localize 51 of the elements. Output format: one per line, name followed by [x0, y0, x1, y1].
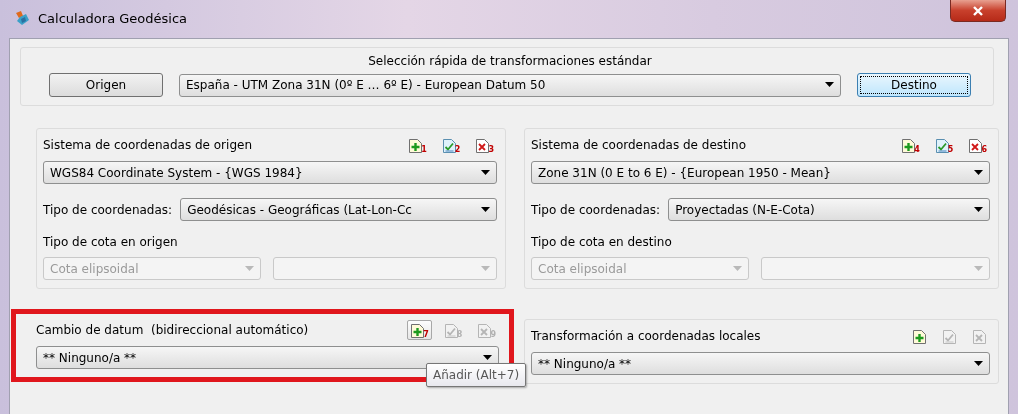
dropdown-arrow-icon	[483, 354, 492, 361]
checked-document-icon	[942, 329, 957, 345]
checked-document-icon	[443, 323, 459, 339]
dropdown-arrow-icon	[733, 265, 742, 272]
group-title: Cambio de datum (bidireccional automático)	[36, 323, 309, 337]
tooltip: Añadir (Alt+7)	[426, 363, 527, 387]
delete-document-icon	[477, 323, 493, 339]
dropdown-arrow-icon	[481, 265, 490, 272]
edit-button[interactable]: 2	[438, 135, 464, 155]
delete-button[interactable]: 3	[472, 135, 497, 155]
field-label: Tipo de coordenadas:	[531, 202, 661, 217]
dropdown[interactable]: Zone 31N (0 E to 6 E) - {European 1950 - Mean}	[531, 161, 990, 184]
close-button[interactable]	[950, 0, 1006, 22]
delete-document-icon	[475, 138, 491, 154]
app-logo-icon	[14, 10, 30, 26]
dropdown[interactable]: ** Ninguno/a **	[36, 346, 499, 369]
group-title: Sistema de coordenadas de destino	[531, 138, 746, 152]
add-button[interactable]: 7	[407, 320, 432, 340]
add-button[interactable]: 4	[898, 135, 923, 155]
delete-button[interactable]: 6	[965, 135, 990, 155]
add-button[interactable]: 1	[405, 135, 430, 155]
section-title: Tipo de cota en destino	[531, 235, 673, 249]
field-label: Tipo de coordenadas:	[43, 202, 173, 217]
dropdown[interactable]: Geodésicas - Geográficas (Lat-Lon-Cc	[180, 198, 497, 221]
edit-button[interactable]: 5	[931, 135, 957, 155]
dropdown[interactable]: Proyectadas (N-E-Cota)	[668, 198, 990, 221]
dropdown[interactable]: WGS84 Coordinate System - {WGS 1984}	[43, 161, 497, 184]
group-title: Transformación a coordenadas locales	[531, 329, 761, 343]
delete-document-icon	[968, 138, 984, 154]
add-document-icon	[408, 138, 424, 154]
dropdown-arrow-icon	[481, 169, 490, 176]
checked-document-icon	[441, 138, 457, 154]
delete-document-icon	[972, 329, 987, 345]
dropdown-arrow-icon	[974, 169, 983, 176]
dropdown-arrow-icon	[974, 206, 983, 213]
dropdown[interactable]: España - UTM Zona 31N (0º E … 6º E) - European Datum 50	[179, 73, 841, 97]
dropdown-arrow-icon	[974, 265, 983, 272]
dropdown-arrow-icon	[974, 360, 983, 367]
checked-document-icon	[934, 138, 950, 154]
dropdown-arrow-icon	[481, 206, 490, 213]
dropdown-arrow-icon	[825, 82, 834, 88]
origin-button[interactable]: Origen	[49, 73, 163, 97]
dropdown[interactable]: ** Ninguno/a **	[531, 352, 990, 375]
section-title: Tipo de cota en origen	[43, 235, 179, 249]
add-document-icon	[912, 329, 927, 345]
group-title: Selección rápida de transformaciones estándar	[367, 54, 653, 68]
close-icon	[973, 5, 983, 16]
window-title: Calculadora Geodésica	[38, 10, 188, 26]
destination-button[interactable]: Destino	[857, 73, 971, 97]
group-title: Sistema de coordenadas de origen	[43, 138, 252, 152]
dropdown-arrow-icon	[245, 265, 254, 272]
